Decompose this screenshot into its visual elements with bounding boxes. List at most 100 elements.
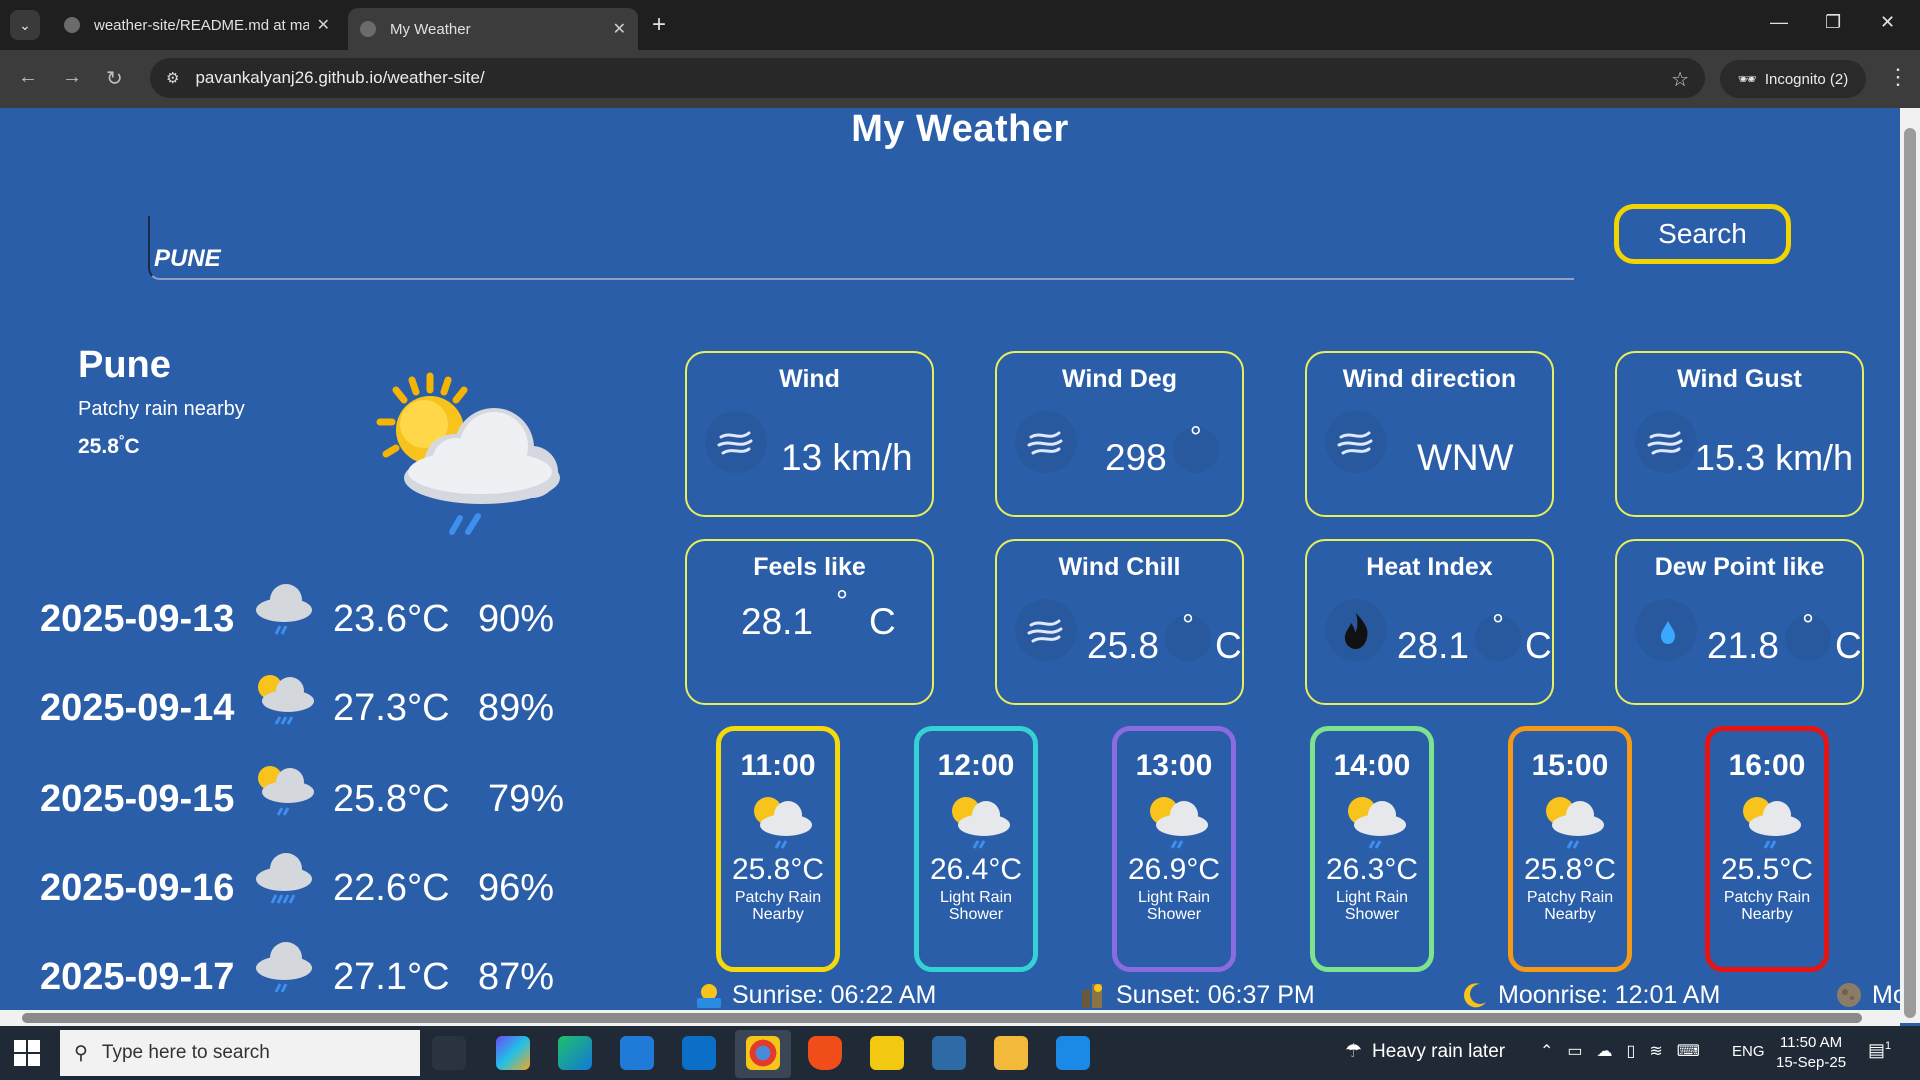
forecast-row: 2025-09-16 22.6°C 96% <box>40 849 600 919</box>
keyboard-icon[interactable]: ⌨ <box>1677 1041 1700 1061</box>
site-info-icon[interactable]: ⚙ <box>166 69 179 87</box>
file-explorer-icon[interactable] <box>994 1036 1028 1070</box>
notification-icon[interactable]: ▤1 <box>1868 1040 1891 1061</box>
tab-search-menu-button[interactable]: ⌄ <box>10 10 40 40</box>
degree-badge: ° <box>1172 423 1219 473</box>
sun-rain-cloud-icon <box>1546 797 1604 849</box>
forecast-temp: 27.1°C <box>333 956 450 998</box>
scroll-thumb[interactable] <box>22 1013 1862 1023</box>
search-button[interactable]: Search <box>1614 204 1791 264</box>
taskbar-search[interactable]: ⚲ Type here to search <box>60 1030 420 1076</box>
bookmark-star-icon[interactable]: ☆ <box>1671 67 1689 92</box>
city-name: Pune <box>78 344 171 386</box>
reload-icon[interactable]: ↻ <box>106 66 123 91</box>
wind-gust-card: Wind Gust 15.3 km/h <box>1615 351 1864 517</box>
chevron-up-icon[interactable]: ⌃ <box>1540 1041 1553 1061</box>
page-title: My Weather <box>851 108 1069 150</box>
full-moon-icon <box>1837 983 1861 1007</box>
task-view-icon[interactable] <box>432 1036 466 1070</box>
forecast-date: 2025-09-15 <box>40 778 235 820</box>
wind-card: Wind 13 km/h <box>685 351 934 517</box>
card-value: WNW <box>1417 437 1514 478</box>
onedrive-icon[interactable]: ☁ <box>1597 1041 1613 1061</box>
minimize-button[interactable]: — <box>1770 12 1788 33</box>
degree-badge: ° <box>1165 611 1212 661</box>
card-title: Wind direction <box>1342 365 1517 393</box>
card-title: Wind Gust <box>1677 365 1802 393</box>
browser-tab-bar: ⌄ weather-site/README.md at main ✕ My We… <box>0 0 1920 50</box>
new-tab-button[interactable]: + <box>652 12 666 38</box>
windows-start-icon[interactable] <box>14 1040 40 1066</box>
taskbar-clock[interactable]: 11:50 AM 15-Sep-25 <box>1776 1033 1846 1073</box>
hourly-card: 13:00 26.9°C Light Rain Shower <box>1112 726 1236 972</box>
hour-time: 14:00 <box>1333 749 1411 782</box>
vertical-scrollbar[interactable] <box>1900 108 1920 1023</box>
card-value: 28.1 ° C <box>741 585 896 643</box>
moonrise-text: Moonrise: 12:01 AM <box>1498 980 1721 1009</box>
feels-like-card: Feels like 28.1 ° C <box>685 539 934 705</box>
moon-icon <box>1464 983 1486 1008</box>
ssms-icon[interactable] <box>932 1036 966 1070</box>
close-window-button[interactable]: ✕ <box>1880 12 1895 33</box>
sunrise-icon <box>697 984 721 1008</box>
copilot-icon[interactable] <box>496 1036 530 1070</box>
hour-time: 11:00 <box>740 749 816 782</box>
brave-icon[interactable] <box>808 1036 842 1070</box>
vscode-icon[interactable] <box>1056 1036 1090 1070</box>
hour-condition: Light Rain Shower <box>1335 889 1409 923</box>
outlook-icon[interactable] <box>682 1036 716 1070</box>
clock-time: 11:50 AM <box>1779 1034 1843 1051</box>
hour-condition: Patchy Rain Nearby <box>1723 889 1811 923</box>
tab-my-weather[interactable]: My Weather ✕ <box>348 8 638 50</box>
close-tab-icon[interactable]: ✕ <box>613 19 626 39</box>
hour-condition: Light Rain Shower <box>939 889 1013 923</box>
hour-condition: Patchy Rain Nearby <box>1526 889 1614 923</box>
horizontal-scrollbar[interactable] <box>0 1010 1900 1026</box>
city-search-input[interactable] <box>148 216 1574 280</box>
wind-icon <box>1015 411 1077 473</box>
wind-icon <box>1015 599 1077 661</box>
taskbar-weather[interactable]: ☂ Heavy rain later <box>1345 1040 1505 1063</box>
power-bi-icon[interactable] <box>870 1036 904 1070</box>
degree-badge: ° <box>1475 611 1522 661</box>
maximize-button[interactable]: ❐ <box>1825 12 1841 33</box>
hourly-card: 16:00 25.5°C Patchy Rain Nearby <box>1705 726 1829 972</box>
chrome-icon[interactable] <box>746 1036 780 1070</box>
store-icon[interactable] <box>620 1036 654 1070</box>
card-title: Wind <box>779 365 840 393</box>
hourly-card: 12:00 26.4°C Light Rain Shower <box>914 726 1038 972</box>
forecast-row: 2025-09-15 25.8°C 79% <box>40 760 600 830</box>
incognito-button[interactable]: 🕶 Incognito (2) <box>1720 60 1866 98</box>
meet-icon[interactable]: ▭ <box>1567 1041 1582 1061</box>
forward-arrow-icon[interactable]: → <box>62 66 82 89</box>
github-icon <box>64 17 80 33</box>
back-arrow-icon[interactable]: ← <box>18 66 38 89</box>
browser-menu-icon[interactable]: ⋮ <box>1887 64 1909 90</box>
forecast-row: 2025-09-13 23.6°C 90% <box>40 580 600 650</box>
battery-icon[interactable]: ▯ <box>1627 1041 1636 1061</box>
forecast-humidity: 96% <box>478 867 555 909</box>
close-tab-icon[interactable]: ✕ <box>317 15 330 35</box>
taskbar-weather-text: Heavy rain later <box>1372 1040 1506 1062</box>
hourly-card: 14:00 26.3°C Light Rain Shower <box>1310 726 1434 972</box>
tab-readme[interactable]: weather-site/README.md at main ✕ <box>52 8 342 42</box>
wind-icon <box>1635 411 1697 473</box>
hour-condition: Patchy Rain Nearby <box>734 889 822 923</box>
url-text[interactable]: pavankalyanj26.github.io/weather-site/ <box>195 68 484 88</box>
incognito-icon: 🕶 <box>1737 71 1757 88</box>
wifi-icon[interactable]: ≋ <box>1649 1041 1662 1061</box>
umbrella-icon: ☂ <box>1345 1041 1363 1062</box>
degree-badge: ° <box>1785 611 1832 661</box>
hourly-card: 11:00 25.8°C Patchy Rain Nearby <box>716 726 840 972</box>
forecast-date: 2025-09-13 <box>40 598 235 640</box>
language-indicator[interactable]: ENG <box>1732 1043 1765 1060</box>
sunrise-text: Sunrise: 06:22 AM <box>732 980 937 1009</box>
scroll-thumb[interactable] <box>1904 128 1916 1018</box>
forecast-row: 2025-09-14 27.3°C 89% <box>40 669 600 739</box>
forecast-humidity: 90% <box>478 598 555 640</box>
notification-count: 1 <box>1885 1040 1892 1052</box>
edge-icon[interactable] <box>558 1036 592 1070</box>
address-bar[interactable]: ⚙ pavankalyanj26.github.io/weather-site/… <box>150 58 1705 98</box>
sunset-text: Sunset: 06:37 PM <box>1116 980 1315 1009</box>
hour-temp: 26.3°C <box>1325 853 1419 886</box>
